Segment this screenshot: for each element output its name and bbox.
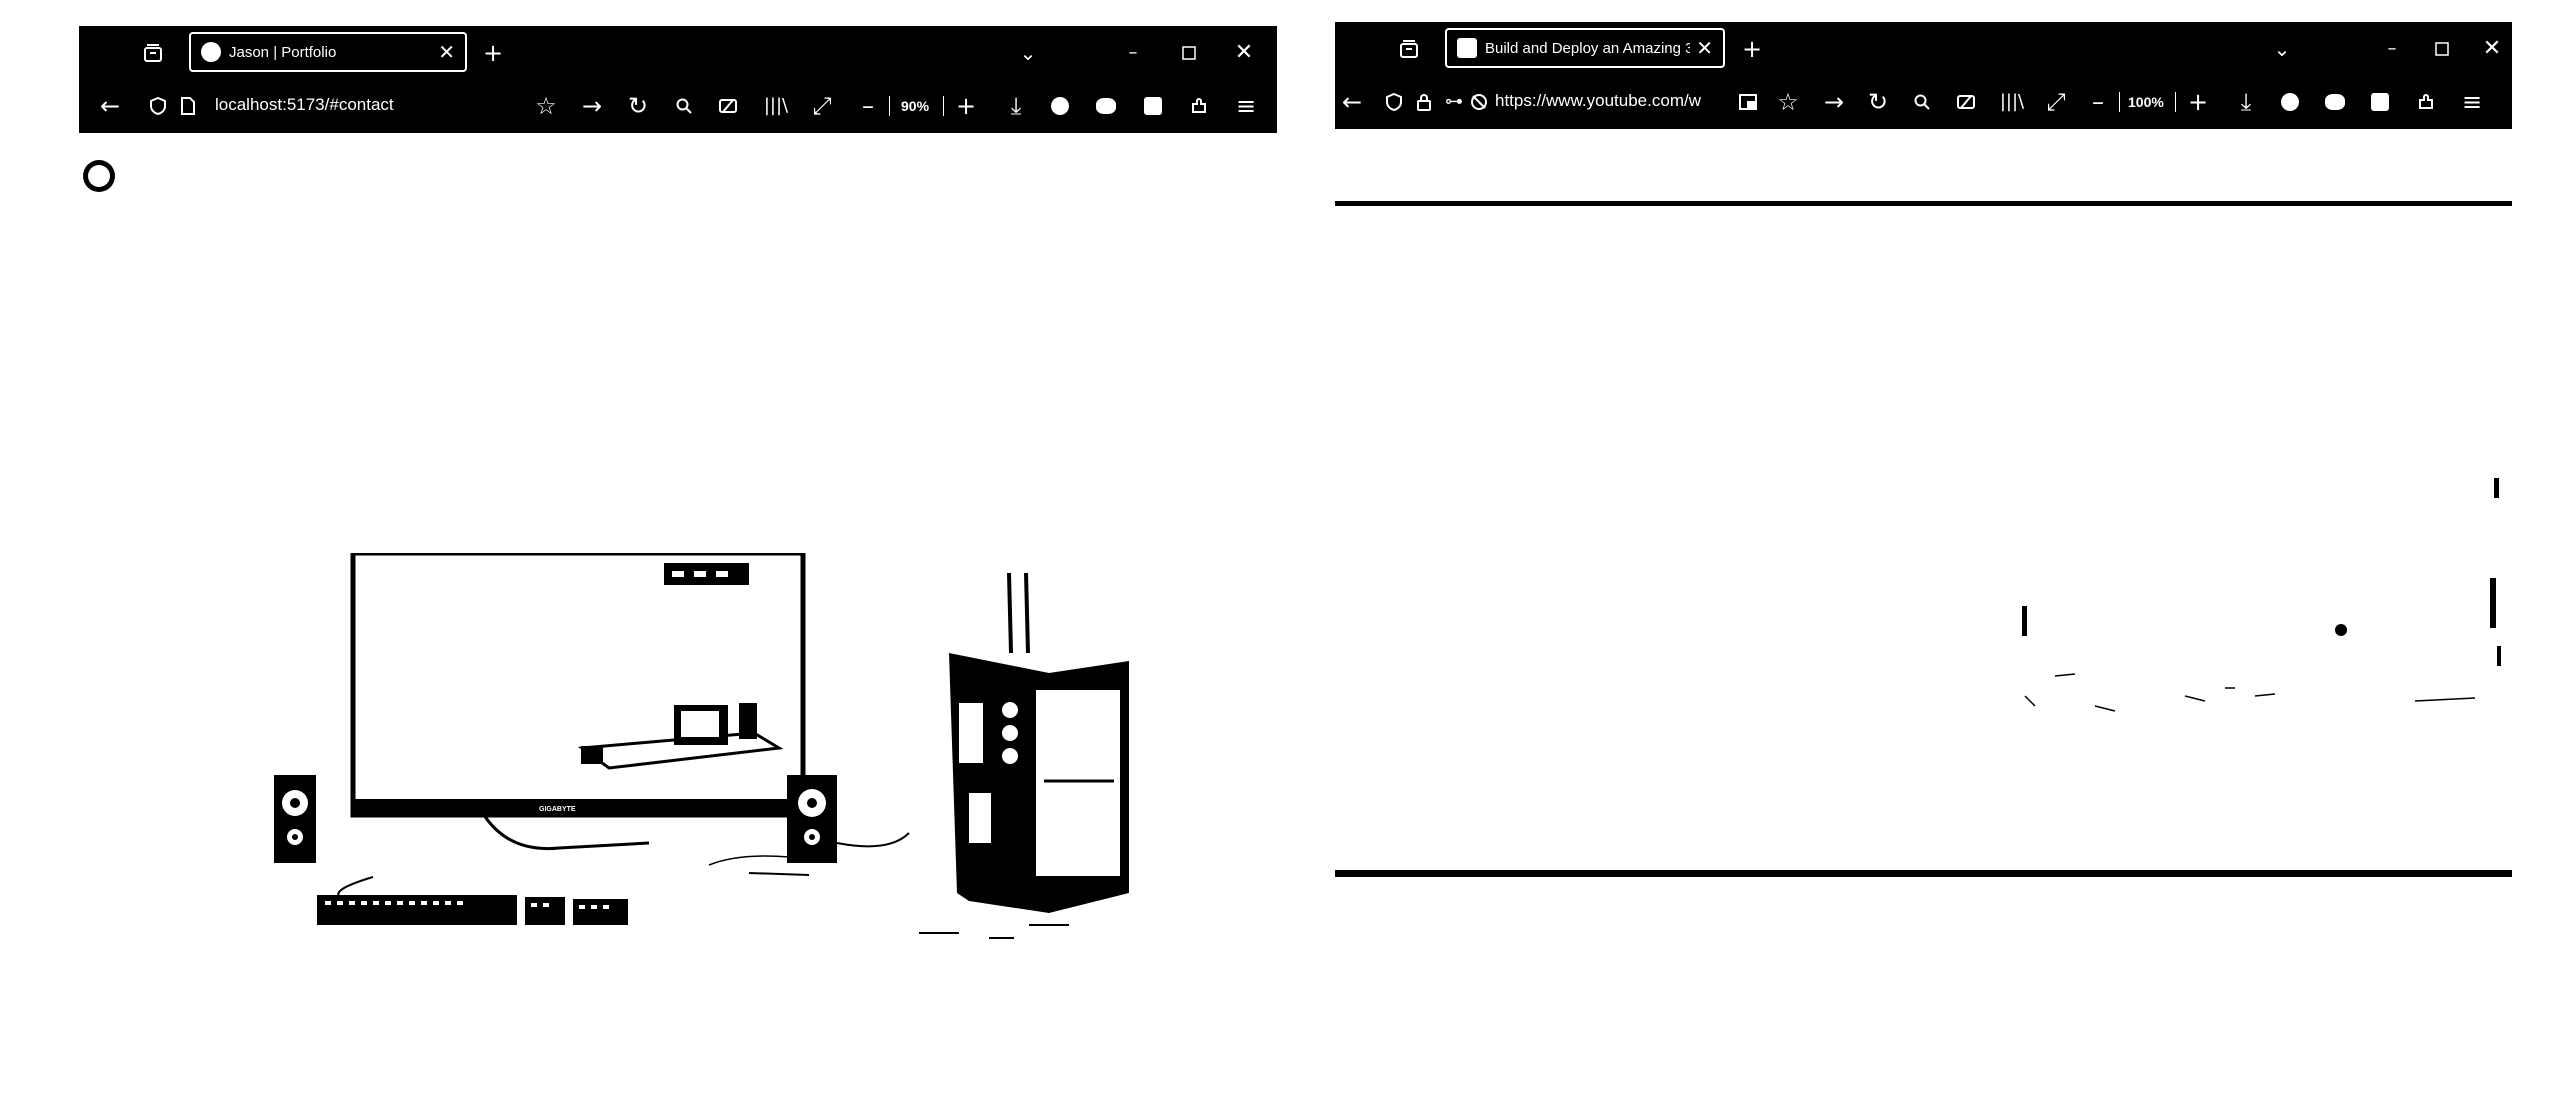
url-field[interactable]: https://www.youtube.com/w (1495, 91, 1723, 111)
close-tab-icon[interactable]: ✕ (438, 40, 455, 64)
picture-in-picture-icon[interactable] (1731, 85, 1765, 119)
library-icon[interactable]: |||\ (1995, 85, 2029, 119)
lock-icon[interactable] (1407, 85, 1441, 119)
zoom-in-button[interactable]: + (2181, 85, 2215, 119)
search-icon[interactable] (667, 89, 701, 123)
forward-arrow-icon[interactable]: → (575, 89, 609, 123)
keyboard-graphic (317, 895, 628, 925)
extension-square-icon[interactable] (2363, 85, 2397, 119)
zoom-level[interactable]: 90% (901, 98, 929, 114)
chevron-down-icon[interactable]: ⌄ (1011, 36, 1045, 70)
browser-chrome: Build and Deploy an Amazing 3 ✕ + ⌄ – ✕ … (1335, 22, 2512, 129)
tab-bar: Jason | Portfolio ✕ + ⌄ – ✕ (79, 26, 1277, 80)
extension-blob-icon[interactable] (2318, 85, 2352, 119)
nav-bar: ← localhost:5173/#contact ☆ → ↻ |||\ ⤢ –… (79, 80, 1277, 133)
download-icon[interactable]: ⤓ (999, 89, 1033, 123)
search-icon[interactable] (1905, 85, 1939, 119)
monitor-brand-label: GIGABYTE (539, 806, 576, 813)
library-icon[interactable]: |||\ (759, 89, 793, 123)
star-icon[interactable]: ☆ (1771, 85, 1805, 119)
screenshot-icon[interactable] (711, 89, 745, 123)
back-arrow-icon[interactable]: ← (1335, 85, 1369, 119)
extension-circle-icon[interactable] (2273, 85, 2307, 119)
reload-icon[interactable]: ↻ (1861, 85, 1895, 119)
page-content: GIGABYTE (79, 133, 1277, 1033)
reload-icon[interactable]: ↻ (621, 89, 655, 123)
nav-bar: ← ⊶ https://www.youtube.com/w ☆ → ↻ |||\… (1335, 76, 2512, 129)
separator (2175, 92, 2176, 112)
video-frame (2022, 478, 2501, 712)
tab-youtube-video[interactable]: Build and Deploy an Amazing 3 ✕ (1445, 28, 1725, 68)
zoom-in-button[interactable]: + (949, 89, 983, 123)
extension-circle-icon[interactable] (1043, 89, 1077, 123)
menu-icon[interactable]: ≡ (2455, 85, 2489, 119)
browser-window-left: Jason | Portfolio ✕ + ⌄ – ✕ ← localhost:… (79, 26, 1277, 1033)
video-player[interactable] (1335, 206, 2512, 870)
forward-arrow-icon[interactable]: → (1817, 85, 1851, 119)
fullscreen-icon[interactable]: ⤢ (2039, 85, 2073, 119)
download-icon[interactable]: ⤓ (2229, 85, 2263, 119)
url-field[interactable]: localhost:5173/#contact (215, 95, 394, 115)
chevron-down-icon[interactable]: ⌄ (2265, 32, 2299, 66)
browser-window-right: Build and Deploy an Amazing 3 ✕ + ⌄ – ✕ … (1335, 22, 2512, 877)
zoom-out-button[interactable]: – (2081, 85, 2115, 119)
extension-square-icon[interactable] (1136, 89, 1170, 123)
browser-chrome: Jason | Portfolio ✕ + ⌄ – ✕ ← localhost:… (79, 26, 1277, 133)
close-tab-icon[interactable]: ✕ (1696, 36, 1713, 60)
close-window-button[interactable]: ✕ (2475, 32, 2509, 66)
back-arrow-icon[interactable]: ← (93, 89, 127, 123)
minimize-button[interactable]: – (1116, 36, 1150, 70)
video-player-bottom-border (1335, 870, 2512, 877)
portfolio-logo-icon (201, 42, 221, 62)
minimize-button[interactable]: – (2375, 32, 2409, 66)
extension-blob-icon[interactable] (1089, 89, 1123, 123)
tab-title: Build and Deploy an Amazing 3 (1485, 39, 1691, 57)
maximize-button[interactable] (2425, 32, 2459, 66)
screenshot-icon[interactable] (1949, 85, 1983, 119)
youtube-tab-icon (1457, 38, 1477, 58)
tab-title: Jason | Portfolio (229, 43, 337, 61)
extensions-puzzle-icon[interactable] (2409, 85, 2443, 119)
right-speaker (787, 775, 837, 863)
tab-bar: Build and Deploy an Amazing 3 ✕ + ⌄ – ✕ (1335, 22, 2512, 76)
page-icon (171, 89, 205, 123)
autoplay-blocked-icon[interactable] (1462, 85, 1496, 119)
pc-tower-graphic (949, 572, 1129, 913)
fullscreen-icon[interactable]: ⤢ (805, 89, 839, 123)
separator (2119, 92, 2120, 112)
shield-icon[interactable] (1377, 85, 1411, 119)
tab-portfolio[interactable]: Jason | Portfolio ✕ (189, 32, 467, 72)
star-icon[interactable]: ☆ (529, 89, 563, 123)
new-tab-button[interactable]: + (1735, 32, 1769, 66)
desk-scene-3d[interactable]: GIGABYTE (269, 553, 1269, 1093)
menu-icon[interactable]: ≡ (1229, 89, 1263, 123)
separator (889, 96, 890, 116)
separator (943, 96, 944, 116)
portfolio-logo[interactable] (83, 160, 115, 192)
new-tab-button[interactable]: + (476, 36, 510, 70)
maximize-button[interactable] (1172, 36, 1206, 70)
tab-groups-icon[interactable] (1392, 32, 1426, 66)
extensions-puzzle-icon[interactable] (1182, 89, 1216, 123)
zoom-out-button[interactable]: – (851, 89, 885, 123)
zoom-level[interactable]: 100% (2128, 94, 2164, 110)
shield-icon[interactable] (141, 89, 175, 123)
close-window-button[interactable]: ✕ (1227, 36, 1261, 70)
tab-groups-icon[interactable] (136, 36, 170, 70)
left-speaker (274, 775, 316, 863)
monitor-graphic (350, 553, 806, 818)
